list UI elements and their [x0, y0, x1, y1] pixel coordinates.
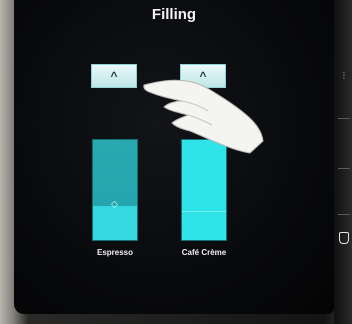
creme-level-line: [182, 211, 226, 212]
pointing-hand-icon: [143, 79, 264, 154]
espresso-level-fill: [93, 206, 137, 240]
page-title: Filling: [151, 6, 197, 23]
cup-icon[interactable]: [339, 232, 349, 244]
chevron-up-icon: ^: [110, 69, 118, 83]
more-options-icon[interactable]: ⋮: [340, 72, 348, 80]
divider: [338, 118, 350, 119]
espresso-increase-button[interactable]: ^: [91, 64, 137, 88]
side-panel: ⋮: [334, 0, 352, 324]
display-screen: Filling ^ ^ ⬦ Espresso Café Crème: [14, 0, 334, 314]
divider: [338, 214, 350, 215]
divider: [338, 168, 350, 169]
espresso-level-bar[interactable]: ⬦: [92, 139, 138, 241]
espresso-label: Espresso: [96, 248, 134, 257]
level-marker-icon: ⬦: [111, 199, 118, 210]
creme-label: Café Crème: [181, 248, 227, 257]
